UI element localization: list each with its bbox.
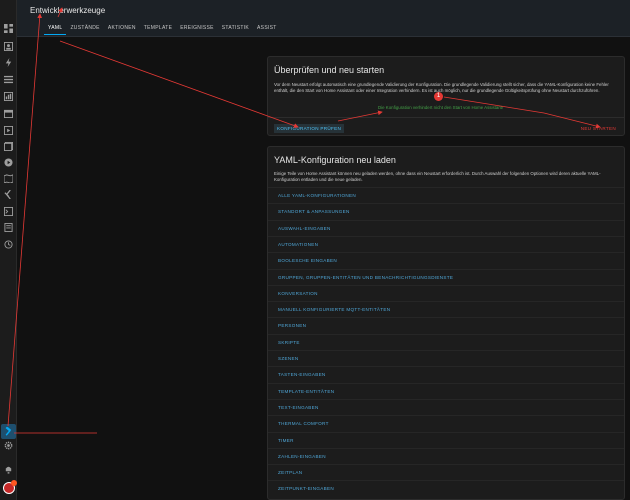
vscode-icon[interactable] [4, 190, 13, 199]
calendar-icon[interactable] [4, 109, 13, 118]
reload-item[interactable]: TEXT-EINGABEN [268, 398, 624, 415]
reload-item[interactable]: PERSONEN [268, 317, 624, 333]
tab-events[interactable]: EREIGNISSE [176, 25, 218, 35]
page-title: Entwicklerwerkzeuge [30, 6, 106, 15]
hammer-icon[interactable] [4, 427, 13, 436]
tab-bar: YAML ZUSTÄNDE AKTIONEN TEMPLATE EREIGNIS… [44, 25, 281, 35]
tab-actions[interactable]: AKTIONEN [104, 25, 140, 35]
arrow-to-check-button [59, 40, 299, 128]
reload-item[interactable]: ZAHLEN-EINGABEN [268, 447, 624, 464]
reload-item[interactable]: TEMPLATE-ENTITÄTEN [268, 382, 624, 399]
check-config-button[interactable]: KONFIGURATION PRÜFEN [274, 124, 345, 133]
annotation-marker: 1 [434, 92, 443, 101]
reload-item-label: SZENEN [278, 356, 299, 361]
reload-item[interactable]: ZEITPLAN [268, 464, 624, 480]
sidebar [0, 0, 17, 500]
reload-item-label: TASTEN-EINGABEN [278, 372, 326, 378]
reload-item-label: TEXT-EINGABEN [278, 404, 319, 410]
gear-icon[interactable] [4, 441, 13, 450]
reload-item[interactable]: TIMER [268, 431, 624, 448]
reload-item[interactable]: AUTOMATIONEN [268, 235, 624, 252]
history-icon[interactable] [4, 240, 13, 249]
list-icon[interactable] [4, 75, 13, 84]
validation-message: Die Konfiguration verhindert nicht den S… [378, 105, 504, 110]
reload-item-label: PERSONEN [278, 323, 307, 329]
reload-item-label: ALLE YAML-KONFIGURATIONEN [278, 193, 356, 198]
tab-statistics[interactable]: STATISTIK [218, 25, 253, 35]
reload-item-label: THERMAL COMFORT [278, 421, 329, 427]
notification-badge [11, 480, 17, 486]
tab-yaml[interactable]: YAML [44, 25, 67, 35]
reload-item[interactable]: KONVERSATION [268, 284, 624, 301]
reload-item-label: ZEITPLAN [278, 470, 303, 476]
reload-item[interactable]: TASTEN-EINGABEN [268, 366, 624, 382]
top-bar: Entwicklerwerkzeuge YAML ZUSTÄNDE AKTION… [17, 0, 630, 37]
tab-states[interactable]: ZUSTÄNDE [66, 25, 103, 35]
reload-item-label: GRUPPEN, GRUPPEN-ENTITÄTEN UND BENACHRIC… [278, 274, 454, 280]
reload-item[interactable]: SKRIPTE [268, 333, 624, 350]
reload-item[interactable]: STANDORT & ANPASSUNGEN [268, 203, 624, 219]
tab-template[interactable]: TEMPLATE [140, 25, 176, 35]
reload-item-label: TIMER [278, 437, 294, 443]
todo-icon[interactable] [4, 142, 13, 151]
reload-card-description: Einige Teile von Home Assistant können n… [274, 171, 601, 182]
restart-button[interactable]: NEU STARTEN [581, 126, 616, 131]
reload-item-label: ZAHLEN-EINGABEN [278, 453, 326, 459]
reload-item-label: TEMPLATE-ENTITÄTEN [278, 388, 335, 394]
reload-item[interactable]: SZENEN [268, 350, 624, 366]
reload-item-label: BOOLESCHE EINGABEN [278, 258, 338, 264]
reload-item[interactable]: ALLE YAML-KONFIGURATIONEN [268, 187, 624, 203]
reload-item-label: MANUELL KONFIGURIERTE MQTT-ENTITÄTEN [278, 307, 391, 313]
logbook-icon[interactable] [4, 223, 13, 232]
play-icon[interactable] [4, 158, 13, 167]
dashboard-icon[interactable] [4, 24, 13, 33]
bell-icon[interactable] [4, 465, 13, 474]
reload-card-title: YAML-Konfiguration neu laden [274, 155, 396, 165]
reload-item-label: SKRIPTE [278, 339, 300, 345]
media-icon[interactable] [4, 126, 13, 135]
reload-item-label: KONVERSATION [278, 290, 318, 296]
check-card-description: Vor dem Neustart erfolgt automatisch ein… [274, 82, 609, 93]
reload-item[interactable]: BOOLESCHE EINGABEN [268, 252, 624, 268]
person-icon[interactable] [4, 42, 13, 51]
reload-item[interactable]: ZEITPUNKT-EINGABEN [268, 480, 624, 496]
reload-item-label: ZEITPUNKT-EINGABEN [278, 486, 334, 492]
reload-item[interactable]: THERMAL COMFORT [268, 415, 624, 431]
card-divider [268, 117, 624, 118]
chart-icon[interactable] [4, 92, 13, 101]
yaml-reload-card: YAML-Konfiguration neu laden Einige Teil… [267, 146, 625, 500]
app-root: Entwicklerwerkzeuge YAML ZUSTÄNDE AKTION… [0, 0, 630, 500]
map-icon[interactable] [4, 174, 13, 183]
reload-item-label: STANDORT & ANPASSUNGEN [278, 209, 350, 215]
tab-assist[interactable]: ASSIST [253, 25, 281, 35]
reload-item[interactable]: GRUPPEN, GRUPPEN-ENTITÄTEN UND BENACHRIC… [268, 268, 624, 285]
reload-item[interactable]: AUSWAHL-EINGABEN [268, 219, 624, 236]
reload-item-label: AUTOMATIONEN [278, 241, 319, 247]
check-card-title: Überprüfen und neu starten [274, 65, 385, 75]
energy-icon[interactable] [4, 58, 13, 67]
terminal-icon[interactable] [4, 207, 13, 216]
reload-item-label: AUSWAHL-EINGABEN [278, 225, 331, 231]
reload-item[interactable]: MANUELL KONFIGURIERTE MQTT-ENTITÄTEN [268, 301, 624, 317]
check-restart-card: Überprüfen und neu starten Vor dem Neust… [267, 56, 625, 136]
